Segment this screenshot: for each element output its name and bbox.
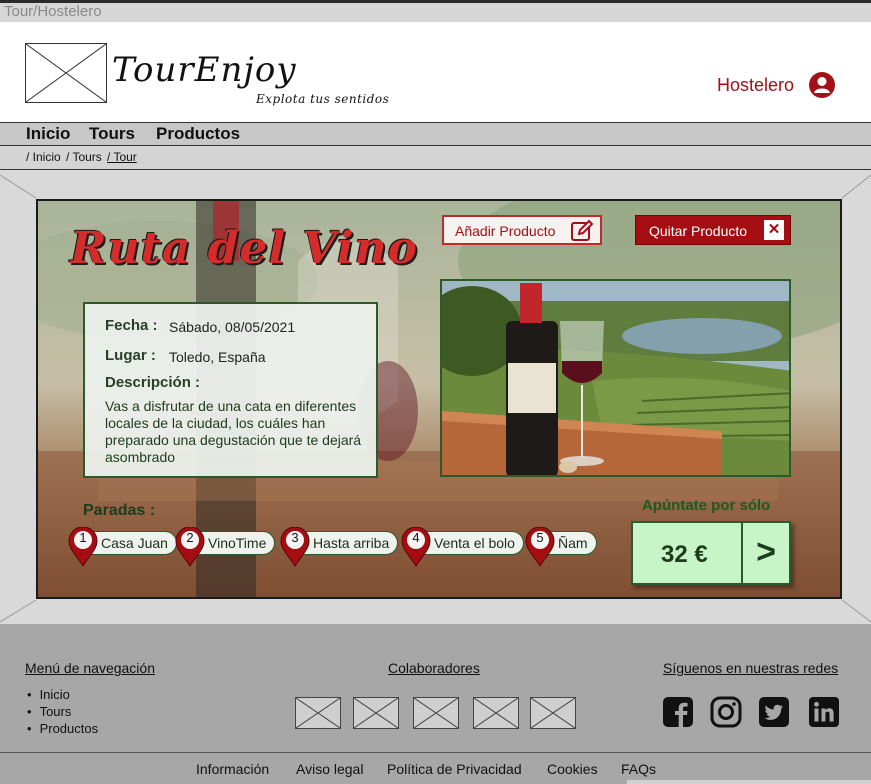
user-circle-icon[interactable] — [808, 71, 836, 99]
footer-nav-inicio[interactable]: Inicio — [27, 686, 98, 703]
paradas-label: Paradas : — [83, 502, 156, 519]
collaborator-logo[interactable] — [413, 697, 459, 729]
stop-name: Venta el bolo — [415, 531, 524, 555]
tour-title: Ruta del Vino — [70, 223, 418, 274]
remove-product-button[interactable]: Quitar Producto ✕ — [635, 215, 791, 245]
footer-link-cookies[interactable]: Cookies — [547, 761, 598, 777]
footer-nav-productos[interactable]: Productos — [27, 720, 99, 737]
close-icon: ✕ — [764, 220, 784, 240]
breadcrumb-tour-current: / Tour — [107, 150, 137, 164]
collaborator-logo[interactable] — [473, 697, 519, 729]
tour-photo — [440, 279, 791, 477]
logo-title[interactable]: TourEnjoy — [112, 50, 297, 90]
stop-number: 2 — [186, 530, 194, 545]
edit-icon — [571, 219, 594, 241]
lugar-label: Lugar : — [105, 347, 156, 364]
nav-item-productos[interactable]: Productos — [156, 124, 240, 144]
linkedin-icon[interactable] — [808, 696, 840, 728]
descripcion-label: Descripción : — [105, 374, 201, 391]
footer-link-faqs[interactable]: FAQs — [621, 761, 656, 777]
price-value: 32 € — [661, 541, 708, 568]
stop-number: 1 — [79, 530, 87, 545]
collaborator-logo[interactable] — [295, 697, 341, 729]
footer-link-privacidad[interactable]: Política de Privacidad — [387, 761, 522, 777]
fecha-label: Fecha : — [105, 317, 158, 334]
twitter-icon[interactable] — [758, 696, 790, 728]
placeholder-cross-icon — [295, 697, 341, 729]
footer-link-aviso-legal[interactable]: Aviso legal — [296, 761, 363, 777]
app-window: Tour/Hostelero TourEnjoy Explota tus sen… — [0, 0, 871, 784]
nav-item-tours[interactable]: Tours — [89, 124, 135, 144]
add-product-button[interactable]: Añadir Producto — [442, 215, 602, 245]
placeholder-cross-icon — [25, 43, 107, 103]
nav-item-inicio[interactable]: Inicio — [26, 124, 70, 144]
window-titlebar: Tour/Hostelero — [0, 0, 871, 22]
footer-nav-heading: Menú de navegación — [25, 660, 155, 676]
remove-product-label: Quitar Producto — [649, 223, 748, 239]
footer-nav-tours[interactable]: Tours — [27, 703, 98, 720]
collaborator-logo[interactable] — [530, 697, 576, 729]
footer-nav-list: Inicio Tours Productos — [27, 686, 99, 737]
tour-info-card: Fecha : Sábado, 08/05/2021 Lugar : Toled… — [83, 302, 378, 478]
footer-social-heading: Síguenos en nuestras redes — [663, 660, 839, 676]
facebook-icon[interactable] — [662, 696, 694, 728]
placeholder-cross-icon — [353, 697, 399, 729]
instagram-icon[interactable] — [710, 696, 742, 728]
footer-collab-heading: Colaboradores — [388, 660, 480, 676]
breadcrumb-inicio[interactable]: / Inicio — [26, 150, 61, 164]
placeholder-cross-icon — [413, 697, 459, 729]
chevron-right-icon[interactable]: > — [741, 523, 789, 583]
site-header: TourEnjoy Explota tus sentidos Hostelero — [0, 22, 871, 122]
stop-number: 3 — [291, 530, 299, 545]
add-product-label: Añadir Producto — [455, 223, 556, 239]
placeholder-cross-icon — [473, 697, 519, 729]
breadcrumb-tours[interactable]: / Tours — [66, 150, 102, 164]
site-footer: Menú de navegación Inicio Tours Producto… — [0, 624, 871, 784]
placeholder-cross-icon — [530, 697, 576, 729]
user-role-label[interactable]: Hostelero — [717, 75, 794, 96]
signup-price-box[interactable]: 32 € > — [631, 521, 791, 585]
tour-hero-panel: Ruta del Vino Añadir Producto Quitar Pro… — [36, 199, 842, 599]
lugar-value: Toledo, España — [169, 349, 266, 365]
breadcrumb: / Inicio / Tours / Tour — [0, 146, 871, 170]
logo-image-placeholder[interactable] — [25, 43, 107, 103]
horizontal-scrollbar[interactable] — [627, 780, 871, 784]
wine-vineyard-image — [442, 281, 789, 475]
stop-number: 4 — [412, 530, 420, 545]
stop-number: 5 — [536, 530, 544, 545]
main-nav: Inicio Tours Productos — [0, 122, 871, 146]
descripcion-value: Vas a disfrutar de una cata en diferente… — [105, 398, 362, 465]
window-title: Tour/Hostelero — [4, 3, 102, 20]
footer-link-informacion[interactable]: Información — [196, 761, 269, 777]
collaborator-logo[interactable] — [353, 697, 399, 729]
logo-subtitle: Explota tus sentidos — [256, 92, 390, 106]
cta-label: Apúntate por sólo — [642, 497, 771, 514]
fecha-value: Sábado, 08/05/2021 — [169, 319, 296, 335]
